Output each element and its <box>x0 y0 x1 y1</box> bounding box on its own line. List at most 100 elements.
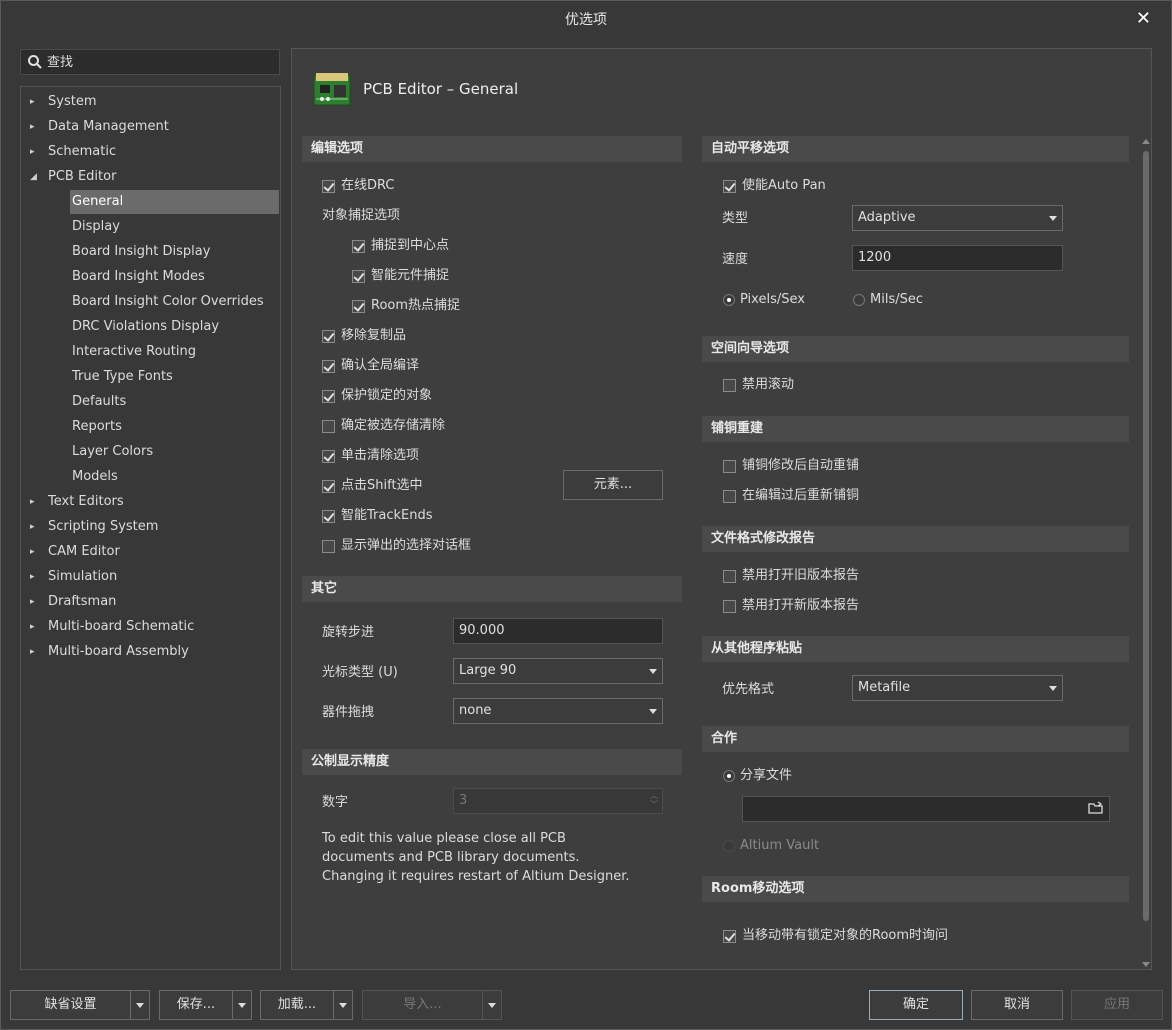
show-popup-checkbox[interactable]: 显示弹出的选择对话框 <box>322 536 471 556</box>
chevron-right-icon[interactable]: ▸ <box>30 565 35 589</box>
confirm-global-box[interactable] <box>322 359 335 373</box>
tree-item[interactable]: Board Insight Color Overrides <box>72 290 264 314</box>
scrollbar-thumb[interactable] <box>1143 151 1149 921</box>
settings-scrollbar[interactable] <box>1140 137 1152 969</box>
online-drc-checkbox[interactable]: 在线DRC <box>322 176 394 196</box>
cancel-button[interactable]: 取消 <box>971 990 1063 1020</box>
tree-item[interactable]: ◢ PCB Editor <box>30 165 116 189</box>
shared-files-radio[interactable]: 分享文件 <box>723 766 792 786</box>
room-hotspot-checkbox[interactable]: Room热点捕捉 <box>352 296 460 316</box>
tree-item[interactable]: ▸ Simulation <box>30 565 117 589</box>
elements-button[interactable]: 元素... <box>563 470 663 500</box>
tree-item[interactable]: Board Insight Display <box>72 240 210 264</box>
confirm-clear-checkbox[interactable]: 确定被选存储清除 <box>322 416 445 436</box>
protect-locked-box[interactable] <box>322 389 335 403</box>
chevron-down-icon[interactable] <box>233 991 251 1019</box>
confirm-clear-box[interactable] <box>322 419 335 433</box>
smart-trackends-checkbox[interactable]: 智能TrackEnds <box>322 506 433 526</box>
tree-item[interactable]: ▸ Text Editors <box>30 490 124 514</box>
tree-item[interactable]: Layer Colors <box>72 440 153 464</box>
disable-old-report-checkbox[interactable]: 禁用打开旧版本报告 <box>723 566 859 586</box>
tree-item[interactable]: True Type Fonts <box>72 365 173 389</box>
tree-item[interactable]: Models <box>72 465 118 489</box>
chevron-right-icon[interactable]: ▸ <box>30 90 35 114</box>
load-button[interactable]: 加载... <box>261 991 334 1019</box>
chevron-right-icon[interactable]: ▸ <box>30 490 35 514</box>
tree-item[interactable]: ▸ CAM Editor <box>30 540 120 564</box>
scroll-up-icon[interactable] <box>1142 139 1150 144</box>
remove-duplicates-checkbox[interactable]: 移除复制品 <box>322 326 406 346</box>
click-clear-box[interactable] <box>322 449 335 463</box>
disable-roll-box[interactable] <box>723 378 736 392</box>
room-ask-checkbox[interactable]: 当移动带有锁定对象的Room时询问 <box>723 926 948 946</box>
disable-new-report-checkbox[interactable]: 禁用打开新版本报告 <box>723 596 859 616</box>
tree-item[interactable]: ▸ System <box>30 90 96 114</box>
repour-after-edit-checkbox[interactable]: 在编辑过后重新铺铜 <box>723 486 859 506</box>
shift-select-box[interactable] <box>322 479 335 493</box>
tree-item[interactable]: ▸ Multi-board Assembly <box>30 640 189 664</box>
tree-item[interactable]: Board Insight Modes <box>72 265 205 289</box>
chevron-down-icon[interactable] <box>131 991 149 1019</box>
mils-radio[interactable]: Mils/Sec <box>853 290 923 310</box>
rotation-step-input[interactable]: 90.000 <box>453 618 663 644</box>
tree-item[interactable]: Display <box>72 215 120 239</box>
folder-open-icon[interactable] <box>1088 800 1104 825</box>
tree-item[interactable]: ▸ Scripting System <box>30 515 158 539</box>
chevron-right-icon[interactable]: ▸ <box>30 140 35 164</box>
auto-repour-checkbox[interactable]: 铺铜修改后自动重铺 <box>723 456 859 476</box>
disable-old-report-box[interactable] <box>723 569 736 583</box>
scroll-down-icon[interactable] <box>1142 962 1150 967</box>
remove-duplicates-box[interactable] <box>322 329 335 343</box>
protect-locked-checkbox[interactable]: 保护锁定的对象 <box>322 386 432 406</box>
tree-item[interactable]: Interactive Routing <box>72 340 196 364</box>
disable-new-report-box[interactable] <box>723 599 736 613</box>
search-box[interactable] <box>20 49 280 75</box>
room-hotspot-box[interactable] <box>352 299 365 313</box>
tree-item[interactable]: DRC Violations Display <box>72 315 219 339</box>
show-popup-box[interactable] <box>322 539 335 553</box>
confirm-global-checkbox[interactable]: 确认全局编译 <box>322 356 419 376</box>
tree-item[interactable]: ▸ Schematic <box>30 140 116 164</box>
preferred-format-select[interactable]: Metafile <box>852 675 1063 701</box>
defaults-button[interactable]: 缺省设置 <box>11 991 131 1019</box>
chevron-right-icon[interactable]: ▸ <box>30 590 35 614</box>
chevron-expanded-icon[interactable]: ◢ <box>30 165 37 189</box>
click-clear-checkbox[interactable]: 单击清除选项 <box>322 446 419 466</box>
autopan-speed-input[interactable]: 1200 <box>852 245 1063 271</box>
online-drc-box[interactable] <box>322 179 335 193</box>
ok-button[interactable]: 确定 <box>869 990 963 1020</box>
chevron-right-icon[interactable]: ▸ <box>30 540 35 564</box>
chevron-right-icon[interactable]: ▸ <box>30 640 35 664</box>
smart-trackends-box[interactable] <box>322 509 335 523</box>
room-ask-box[interactable] <box>723 929 736 943</box>
mils-radio-dot[interactable] <box>853 294 865 306</box>
tree-item[interactable]: General <box>70 190 279 214</box>
tree-item[interactable]: Reports <box>72 415 122 439</box>
shift-select-checkbox[interactable]: 点击Shift选中 <box>322 476 423 496</box>
autopan-enable-checkbox[interactable]: 使能Auto Pan <box>723 176 826 196</box>
smart-snap-box[interactable] <box>352 269 365 283</box>
snap-center-checkbox[interactable]: 捕捉到中心点 <box>352 236 449 256</box>
chevron-right-icon[interactable]: ▸ <box>30 615 35 639</box>
disable-roll-checkbox[interactable]: 禁用滚动 <box>723 375 794 395</box>
defaults-split-button[interactable]: 缺省设置 <box>10 990 150 1020</box>
chevron-right-icon[interactable]: ▸ <box>30 115 35 139</box>
pixels-radio[interactable]: Pixels/Sex <box>723 290 805 310</box>
cursor-type-select[interactable]: Large 90 <box>453 658 663 684</box>
repour-after-edit-box[interactable] <box>723 489 736 503</box>
tree-item[interactable]: ▸ Draftsman <box>30 590 116 614</box>
auto-repour-box[interactable] <box>723 459 736 473</box>
save-button[interactable]: 保存... <box>160 991 233 1019</box>
tree-item[interactable]: ▸ Multi-board Schematic <box>30 615 194 639</box>
load-split-button[interactable]: 加载... <box>260 990 353 1020</box>
close-icon[interactable]: ✕ <box>1136 5 1151 33</box>
smart-snap-checkbox[interactable]: 智能元件捕捉 <box>352 266 449 286</box>
search-input[interactable] <box>47 54 267 70</box>
tree-item[interactable]: ▸ Data Management <box>30 115 169 139</box>
snap-center-box[interactable] <box>352 239 365 253</box>
chevron-right-icon[interactable]: ▸ <box>30 515 35 539</box>
tree-item[interactable]: Defaults <box>72 390 126 414</box>
save-split-button[interactable]: 保存... <box>159 990 252 1020</box>
pixels-radio-dot[interactable] <box>723 294 735 306</box>
shared-path-input[interactable] <box>742 796 1110 822</box>
